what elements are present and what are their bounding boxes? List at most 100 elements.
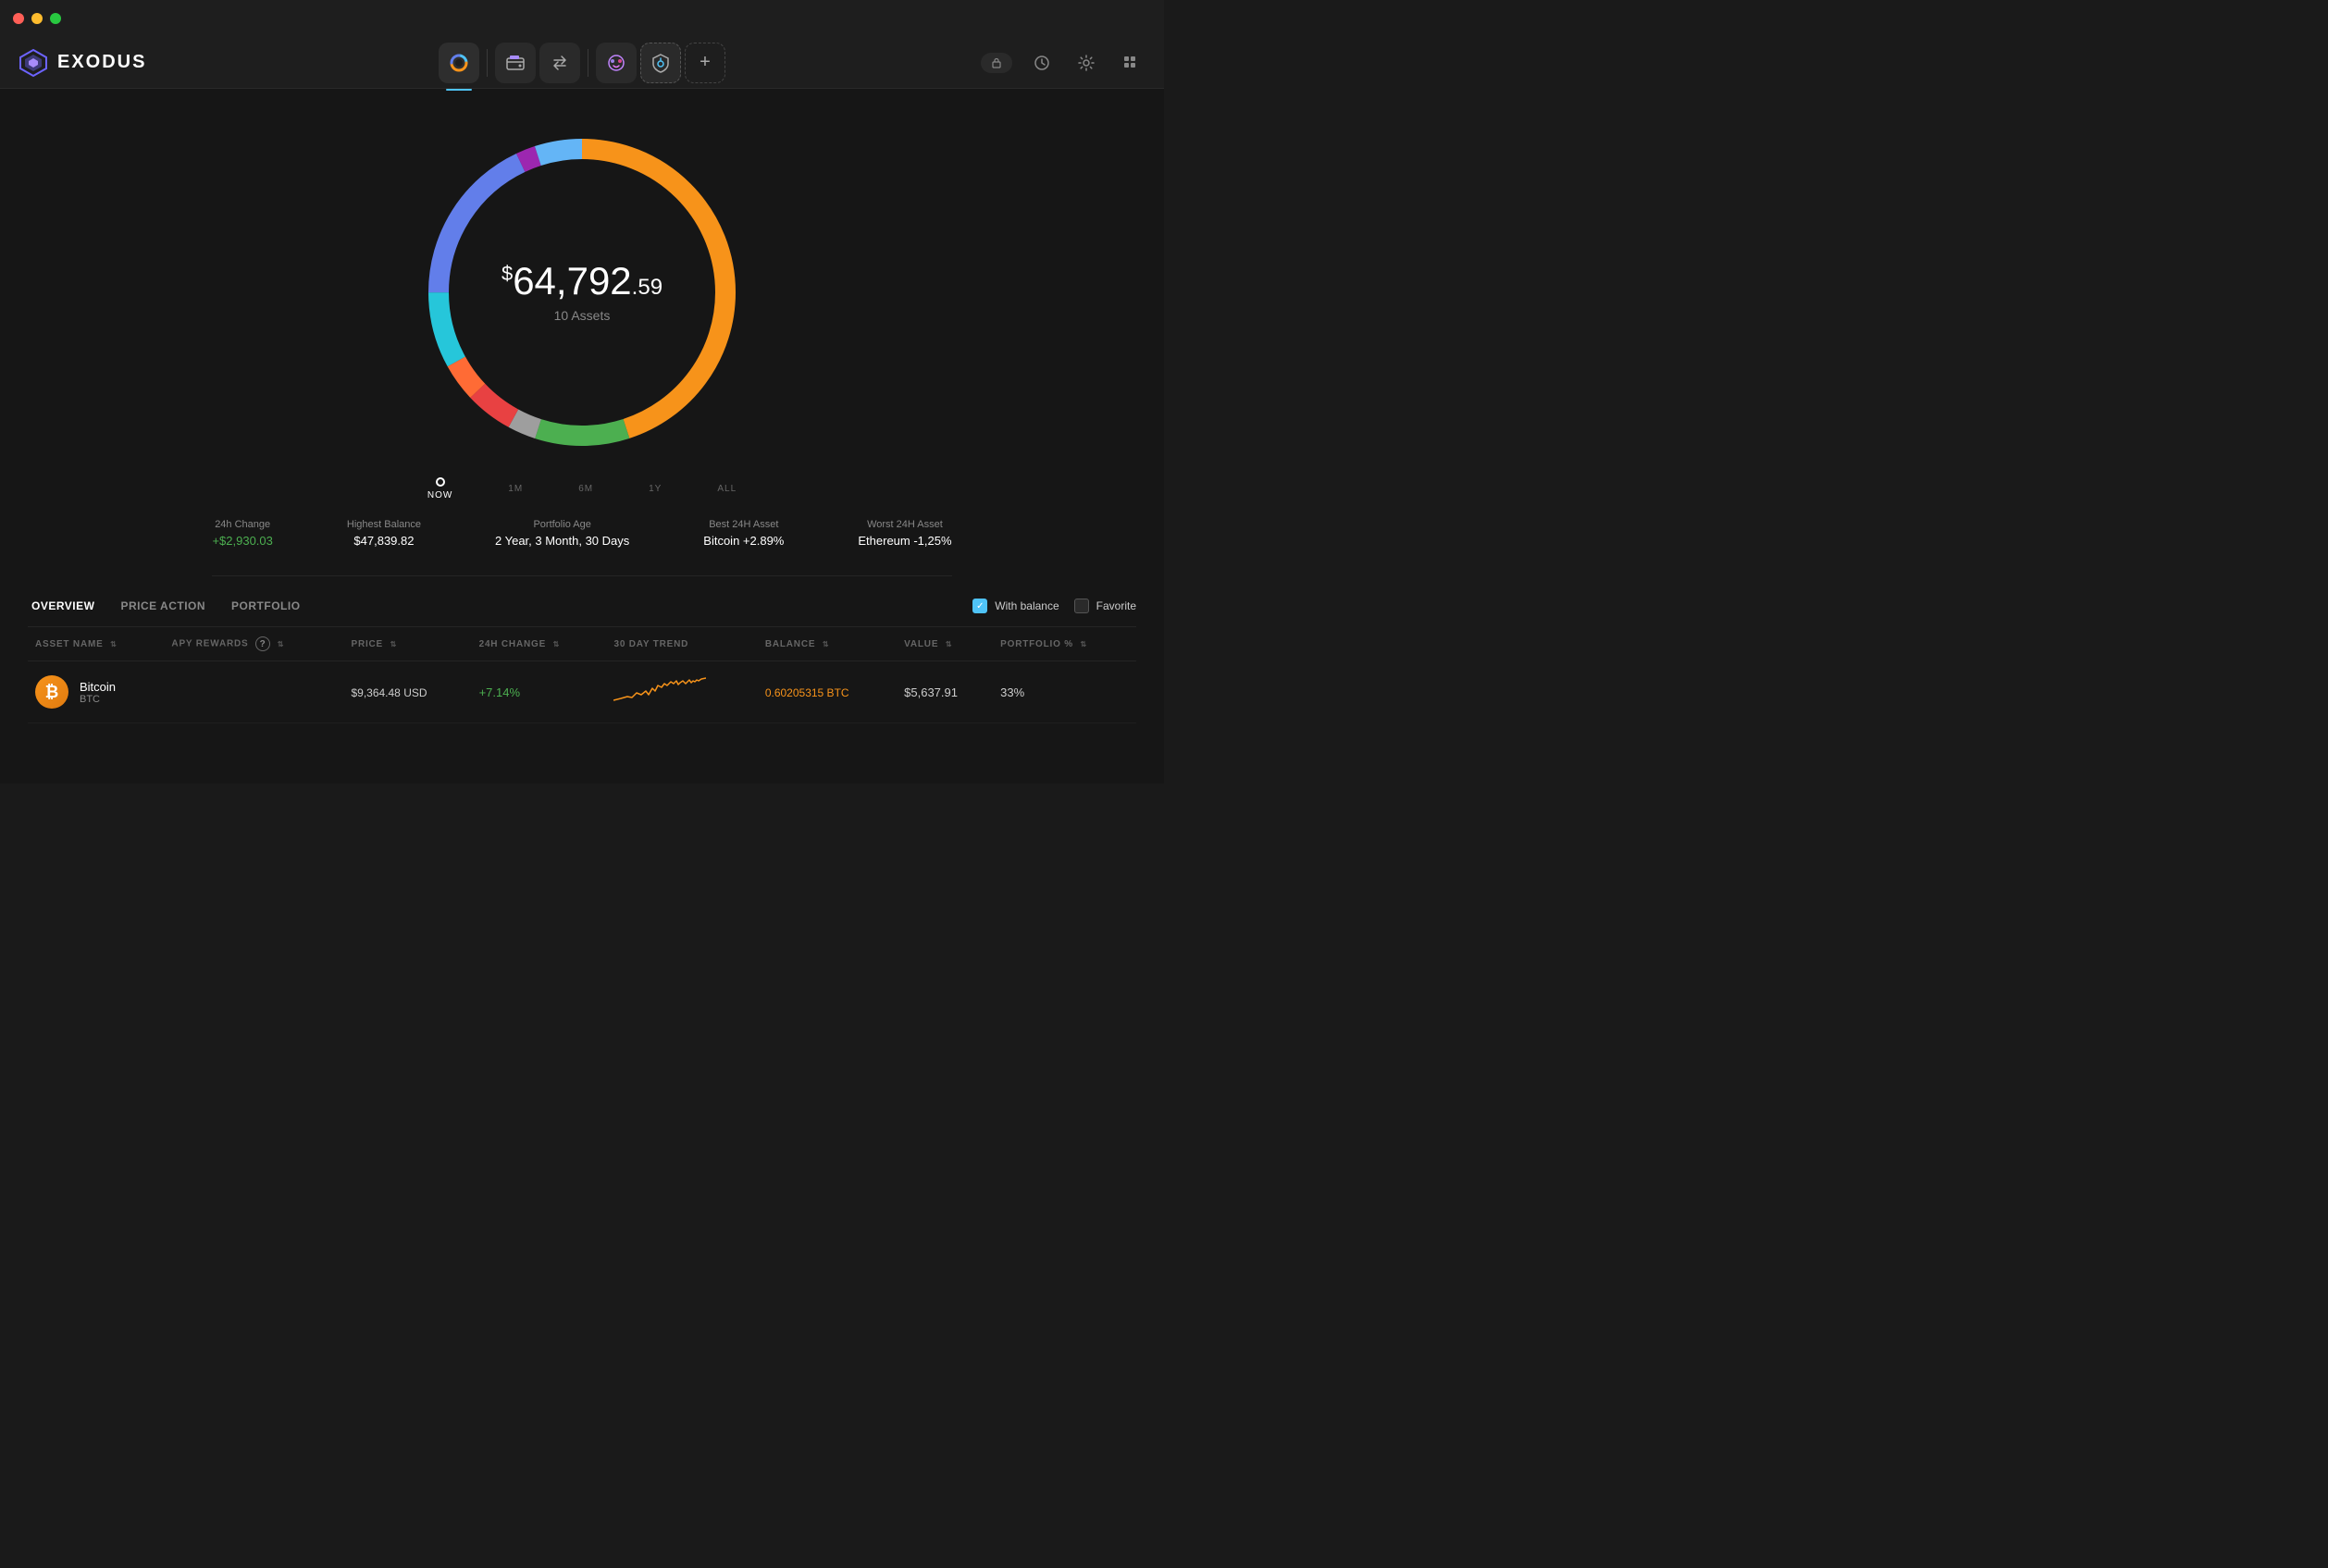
nav-nft[interactable] [596, 43, 637, 83]
tab-filters: ✓ With balance Favorite [972, 599, 1136, 613]
asset-table: ASSET NAME ⇅ APY REWARDS ? ⇅ PRICE ⇅ 24H… [28, 627, 1136, 723]
stat-highest-value: $47,839.82 [347, 534, 421, 548]
col-apy[interactable]: APY REWARDS ? ⇅ [164, 627, 343, 661]
nav-wallet[interactable] [495, 43, 536, 83]
nav-right [981, 48, 1145, 78]
trend-cell [606, 661, 757, 723]
timeline-6m[interactable]: 6M [578, 484, 593, 494]
col-24h-change[interactable]: 24H CHANGE ⇅ [472, 627, 607, 661]
sort-asset-name-icon: ⇅ [110, 640, 118, 648]
history-button[interactable] [1027, 48, 1057, 78]
timeline-all-label: ALL [717, 484, 737, 494]
tab-portfolio[interactable]: PORTFOLIO [228, 599, 304, 612]
col-30d-trend: 30 DAY TREND [606, 627, 757, 661]
portfolio-section: $64,792.59 10 Assets NOW 1M 6M 1Y ALL [0, 89, 1164, 586]
timeline-1m[interactable]: 1M [508, 484, 523, 494]
timeline-1y[interactable]: 1Y [649, 484, 662, 494]
nav-add[interactable]: + [685, 43, 725, 83]
stat-worst-asset: Worst 24H Asset Ethereum -1,25% [858, 519, 951, 548]
change-value: +7.14% [479, 685, 520, 699]
logo-text: EXODUS [57, 52, 146, 73]
balance-cell: 0.60205315 BTC [758, 661, 897, 723]
tab-row: OVERVIEW PRICE ACTION PORTFOLIO ✓ With b… [28, 586, 1136, 627]
settings-button[interactable] [1071, 48, 1101, 78]
timeline-dot [436, 477, 445, 487]
stat-24h-label: 24h Change [212, 519, 272, 530]
timeline-now[interactable]: NOW [427, 477, 452, 500]
nav-sep-1 [487, 49, 488, 77]
table-header-row: ASSET NAME ⇅ APY REWARDS ? ⇅ PRICE ⇅ 24H… [28, 627, 1136, 661]
logo: EXODUS [19, 48, 146, 78]
stat-portfolio-age: Portfolio Age 2 Year, 3 Month, 30 Days [495, 519, 629, 548]
currency-prefix: $ [502, 262, 513, 285]
donut-chart: $64,792.59 10 Assets [406, 117, 758, 468]
col-value[interactable]: VALUE ⇅ [897, 627, 993, 661]
apy-cell [164, 661, 343, 723]
timeline-now-label: NOW [427, 490, 452, 500]
bitcoin-name-text: Bitcoin BTC [80, 680, 116, 705]
asset-name-cell: ₿ Bitcoin BTC [28, 661, 164, 723]
timeline-1m-label: 1M [508, 484, 523, 494]
info-icon[interactable]: ? [255, 636, 270, 651]
lock-toggle[interactable] [981, 53, 1012, 73]
tab-overview[interactable]: OVERVIEW [28, 599, 98, 612]
col-price[interactable]: PRICE ⇅ [343, 627, 471, 661]
nav-portfolio[interactable] [439, 43, 479, 83]
with-balance-checkbox[interactable]: ✓ [972, 599, 987, 613]
sort-24h-icon: ⇅ [553, 640, 561, 648]
stat-worst-value: Ethereum -1,25% [858, 534, 951, 548]
with-balance-label: With balance [995, 599, 1059, 612]
btc-sparkline [613, 674, 706, 707]
usd-value: $5,637.91 [904, 685, 958, 699]
check-icon: ✓ [976, 601, 984, 611]
stat-24h-change: 24h Change +$2,930.03 [212, 519, 272, 548]
tab-price-action[interactable]: PRICE ACTION [117, 599, 209, 612]
stat-worst-label: Worst 24H Asset [858, 519, 951, 530]
bitcoin-name: Bitcoin [80, 680, 116, 694]
main-content: $64,792.59 10 Assets NOW 1M 6M 1Y ALL [0, 89, 1164, 784]
header: EXODUS [0, 37, 1164, 89]
price-cell: $9,364.48 USD [343, 661, 471, 723]
exodus-logo-icon [19, 48, 48, 78]
portfolio-total: $64,792.59 [502, 262, 662, 301]
stat-age-label: Portfolio Age [495, 519, 629, 530]
price-value: $9,364.48 USD [351, 686, 427, 699]
asset-name-container: ₿ Bitcoin BTC [35, 675, 156, 709]
value-cell: $5,637.91 [897, 661, 993, 723]
filter-favorite[interactable]: Favorite [1074, 599, 1136, 613]
stat-24h-value: +$2,930.03 [212, 534, 272, 548]
sort-portfolio-icon: ⇅ [1081, 640, 1088, 648]
minimize-button[interactable] [31, 13, 43, 24]
stat-best-label: Best 24H Asset [703, 519, 784, 530]
timeline-1y-label: 1Y [649, 484, 662, 494]
table-row[interactable]: ₿ Bitcoin BTC $9,364.48 USD [28, 661, 1136, 723]
timeline: NOW 1M 6M 1Y ALL [427, 477, 737, 500]
stat-age-value: 2 Year, 3 Month, 30 Days [495, 534, 629, 548]
portfolio-pct-cell: 33% [993, 661, 1136, 723]
filter-with-balance[interactable]: ✓ With balance [972, 599, 1059, 613]
stat-highest-balance: Highest Balance $47,839.82 [347, 519, 421, 548]
portfolio-pct-value: 33% [1000, 685, 1024, 699]
maximize-button[interactable] [50, 13, 61, 24]
sort-price-icon: ⇅ [390, 640, 398, 648]
bitcoin-symbol: BTC [80, 694, 116, 705]
timeline-all[interactable]: ALL [717, 484, 737, 494]
change-cell: +7.14% [472, 661, 607, 723]
col-portfolio-pct[interactable]: PORTFOLIO % ⇅ [993, 627, 1136, 661]
favorite-label: Favorite [1096, 599, 1136, 612]
col-asset-name[interactable]: ASSET NAME ⇅ [28, 627, 164, 661]
grid-button[interactable] [1116, 48, 1145, 78]
sort-value-icon: ⇅ [946, 640, 953, 648]
stat-best-value: Bitcoin +2.89% [703, 534, 784, 548]
sort-apy-icon: ⇅ [278, 640, 285, 648]
stats-row: 24h Change +$2,930.03 Highest Balance $4… [212, 500, 951, 576]
nav-exchange[interactable] [539, 43, 580, 83]
balance-value: 0.60205315 BTC [765, 686, 849, 699]
sort-balance-icon: ⇅ [823, 640, 830, 648]
donut-center-text: $64,792.59 10 Assets [502, 262, 662, 323]
favorite-checkbox[interactable] [1074, 599, 1089, 613]
col-balance[interactable]: BALANCE ⇅ [758, 627, 897, 661]
nav-earn[interactable] [640, 43, 681, 83]
close-button[interactable] [13, 13, 24, 24]
bitcoin-icon: ₿ [35, 675, 68, 709]
